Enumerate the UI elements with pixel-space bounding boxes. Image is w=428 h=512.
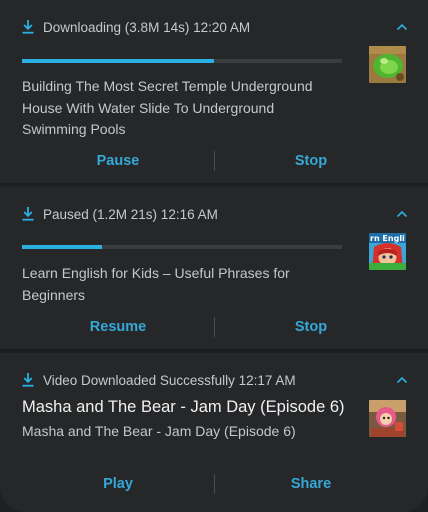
chevron-up-icon[interactable]	[396, 376, 408, 384]
thumbnail-text: rn Engli	[370, 234, 405, 243]
status-text: Paused (1.2M 21s) 12:16 AM	[43, 206, 218, 222]
masha-thumbnail	[369, 400, 406, 437]
stop-button[interactable]: Stop	[211, 316, 411, 338]
download-icon	[22, 207, 34, 221]
cartoon-girl-thumbnail: rn Engli	[369, 233, 406, 270]
chevron-up-icon[interactable]	[396, 210, 408, 218]
pause-button[interactable]: Pause	[18, 150, 218, 172]
notification-header: Video Downloaded Successfully 12:17 AM	[22, 370, 296, 390]
chevron-up-icon[interactable]	[396, 23, 408, 31]
play-button[interactable]: Play	[18, 473, 218, 495]
status-text: Downloading (3.8M 14s) 12:20 AM	[43, 19, 251, 35]
status-text: Video Downloaded Successfully 12:17 AM	[43, 372, 296, 388]
green-slime-thumbnail	[369, 46, 406, 83]
download-icon	[22, 20, 34, 34]
notification-downloading[interactable]: Downloading (3.8M 14s) 12:20 AM Building…	[0, 0, 428, 185]
notification-paused[interactable]: Paused (1.2M 21s) 12:16 AM rn Engli Lear…	[0, 187, 428, 351]
progress-fill	[22, 245, 102, 249]
action-bar: Pause Stop	[0, 150, 428, 172]
action-bar: Play Share	[0, 473, 428, 495]
resume-button[interactable]: Resume	[18, 316, 218, 338]
video-title: Masha and The Bear - Jam Day (Episode 6)	[22, 398, 345, 416]
stop-button[interactable]: Stop	[211, 150, 411, 172]
notification-downloaded[interactable]: Video Downloaded Successfully 12:17 AM M…	[0, 353, 428, 512]
notification-header: Paused (1.2M 21s) 12:16 AM	[22, 204, 218, 224]
share-button[interactable]: Share	[211, 473, 411, 495]
video-subtitle: Masha and The Bear - Jam Day (Episode 6)	[22, 423, 296, 439]
video-title: Building The Most Secret Temple Undergro…	[22, 78, 313, 137]
download-icon	[22, 373, 34, 387]
progress-bar	[22, 59, 342, 63]
video-title: Learn English for Kids – Useful Phrases …	[22, 265, 290, 303]
action-bar: Resume Stop	[0, 316, 428, 338]
progress-bar	[22, 245, 342, 249]
progress-fill	[22, 59, 214, 63]
notification-header: Downloading (3.8M 14s) 12:20 AM	[22, 17, 250, 37]
